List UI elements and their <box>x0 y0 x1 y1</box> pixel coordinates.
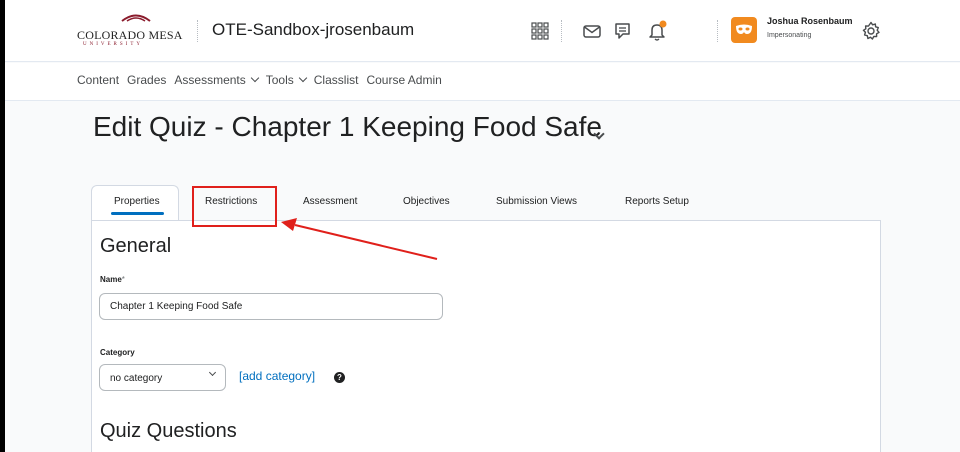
app-window: COLORADO MESA UNIVERSITY OTE-Sandbox-jro… <box>5 0 960 452</box>
tab-properties[interactable]: Properties <box>114 196 160 207</box>
nav-item-label: Content <box>77 73 120 87</box>
header-divider <box>197 20 198 42</box>
category-select-value: no category <box>110 373 163 384</box>
nav-item-label: Course Admin <box>366 73 442 87</box>
logo-subtitle: UNIVERSITY <box>83 42 143 47</box>
course-navbar: Content Grades Assessments Tools Classlist Co… <box>5 63 960 101</box>
nav-item-label: Assessments <box>174 73 246 87</box>
user-name[interactable]: Joshua Rosenbaum <box>767 16 853 26</box>
nav-item-assessments[interactable]: Assessments <box>174 73 259 87</box>
header-divider <box>717 20 718 42</box>
nav-item-tools[interactable]: Tools <box>265 73 308 87</box>
university-logo[interactable]: COLORADO MESA UNIVERSITY <box>77 10 185 50</box>
mail-icon[interactable] <box>581 20 603 42</box>
tab-reports-setup[interactable]: Reports Setup <box>625 196 689 207</box>
bell-icon[interactable] <box>646 20 668 42</box>
quiz-questions-heading: Quiz Questions <box>100 420 237 442</box>
apps-grid-icon[interactable] <box>529 20 551 42</box>
chevron-down-icon <box>298 73 308 83</box>
chevron-down-icon <box>208 368 217 377</box>
required-mark: * <box>121 275 125 284</box>
add-category-link[interactable]: [add category] <box>239 369 315 383</box>
nav-item-label: Grades <box>127 73 167 87</box>
gear-icon[interactable] <box>860 20 882 42</box>
general-heading: General <box>100 235 172 257</box>
properties-panel <box>91 220 881 452</box>
active-tab-indicator <box>111 212 164 215</box>
name-label-text: Name <box>100 275 122 284</box>
tab-objectives[interactable]: Objectives <box>403 196 450 207</box>
page-title: Edit Quiz - Chapter 1 Keeping Food Safe <box>93 111 602 142</box>
quiz-name-input[interactable] <box>99 293 443 320</box>
nav-item-course-admin[interactable]: Course Admin <box>366 73 441 87</box>
help-icon[interactable]: ? <box>334 372 345 383</box>
notification-dot <box>659 20 667 28</box>
chevron-down-icon <box>250 73 259 83</box>
nav-item-label: Tools <box>265 73 294 87</box>
chat-icon[interactable] <box>612 20 634 42</box>
restrictions-highlight-box <box>192 186 277 227</box>
logo-mesa-icon <box>121 14 151 22</box>
header-divider <box>561 20 562 42</box>
nav-items: Content Grades Assessments Tools Classlist Co… <box>77 73 442 87</box>
category-select[interactable]: no category <box>99 364 226 391</box>
nav-item-label: Classlist <box>313 73 359 87</box>
nav-item-content[interactable]: Content <box>77 73 119 87</box>
impersonation-avatar[interactable] <box>731 17 757 43</box>
category-label: Category <box>100 348 135 357</box>
mask-icon <box>736 24 752 34</box>
nav-item-classlist[interactable]: Classlist <box>314 73 359 87</box>
impersonating-label: Impersonating <box>767 32 812 39</box>
tab-submission-views[interactable]: Submission Views <box>496 196 577 207</box>
tab-assessment[interactable]: Assessment <box>303 196 357 207</box>
name-label: Name* <box>100 275 125 284</box>
nav-item-grades[interactable]: Grades <box>127 73 166 87</box>
logo-name: COLORADO MESA <box>77 28 183 42</box>
top-header: COLORADO MESA UNIVERSITY OTE-Sandbox-jro… <box>5 0 960 62</box>
org-title[interactable]: OTE-Sandbox-jrosenbaum <box>212 20 414 40</box>
